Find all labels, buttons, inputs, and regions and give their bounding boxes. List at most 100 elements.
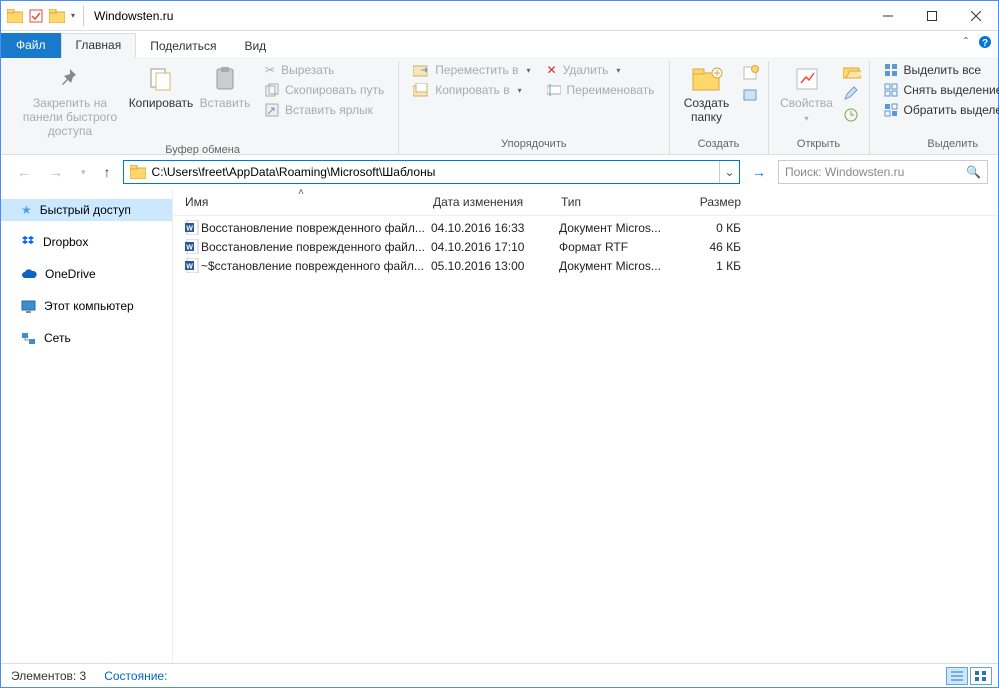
moveto-button[interactable]: Переместить в▾	[407, 61, 536, 79]
star-icon: ★	[21, 203, 32, 217]
copy-button[interactable]: Копировать	[127, 61, 195, 115]
minimize-button[interactable]	[866, 1, 910, 31]
selectinv-icon	[884, 103, 898, 117]
maximize-button[interactable]	[910, 1, 954, 31]
moveto-icon	[413, 63, 429, 77]
svg-text:W: W	[186, 226, 193, 233]
open-icon[interactable]	[843, 65, 861, 79]
svg-text:?: ?	[982, 38, 988, 49]
file-row[interactable]: W Восстановление поврежденного файл...04.…	[173, 237, 998, 256]
sort-arrow-icon: ˄	[298, 187, 304, 198]
address-dropdown-icon[interactable]: ⌄	[719, 161, 739, 183]
view-details-button[interactable]	[946, 667, 968, 685]
copypath-icon	[265, 83, 279, 97]
paste-icon	[211, 65, 239, 93]
history-icon[interactable]	[843, 107, 861, 123]
scissors-icon: ✂	[265, 63, 275, 77]
rename-icon	[547, 84, 561, 96]
file-row[interactable]: W~$сстановление поврежденного файл...05.…	[173, 256, 998, 275]
close-button[interactable]	[954, 1, 998, 31]
selectinv-button[interactable]: Обратить выделение	[878, 101, 999, 119]
column-headers[interactable]: ˄ Имя Дата изменения Тип Размер	[173, 189, 998, 216]
content: ★Быстрый доступ Dropbox OneDrive Этот ко…	[1, 189, 998, 663]
nav-thispc[interactable]: Этот компьютер	[1, 295, 172, 317]
delete-button[interactable]: ✕Удалить▾	[541, 61, 661, 79]
address-box[interactable]: ⌄	[123, 160, 740, 184]
nav-dropbox[interactable]: Dropbox	[1, 231, 172, 253]
file-type: Формат RTF	[559, 240, 679, 254]
nav-network[interactable]: Сеть	[1, 327, 172, 349]
search-box[interactable]: Поиск: Windowsten.ru 🔍	[778, 160, 988, 184]
search-icon: 🔍	[966, 165, 981, 179]
forward-button[interactable]: →	[43, 164, 69, 180]
tab-file[interactable]: Файл	[1, 33, 61, 58]
recent-dropdown[interactable]: ▾	[75, 167, 92, 178]
file-date: 05.10.2016 13:00	[431, 259, 559, 273]
qa-properties-icon[interactable]	[29, 9, 43, 23]
delete-icon: ✕	[547, 63, 557, 77]
dropbox-icon	[21, 236, 35, 248]
up-button[interactable]: ↑	[98, 164, 117, 180]
back-button[interactable]: ←	[11, 164, 37, 180]
selectall-icon	[884, 63, 898, 77]
easyaccess-icon[interactable]	[742, 87, 760, 103]
pastelink-button[interactable]: Вставить ярлык	[259, 101, 390, 119]
edit-icon[interactable]	[843, 85, 861, 101]
file-row[interactable]: W Восстановление поврежденного файл...04.…	[173, 218, 998, 237]
ribbon: Закрепить на панели быстрого доступа Коп…	[1, 57, 998, 155]
qa-dropdown-icon[interactable]: ▾	[71, 11, 75, 20]
copyto-button[interactable]: Копировать в▾	[407, 81, 536, 99]
col-type[interactable]: Тип	[559, 195, 679, 209]
tab-share[interactable]: Поделиться	[136, 35, 230, 58]
file-size: 1 КБ	[679, 259, 749, 273]
col-size[interactable]: Размер	[679, 195, 749, 209]
tab-view[interactable]: Вид	[230, 35, 280, 58]
group-open-label: Открыть	[777, 136, 861, 152]
col-date[interactable]: Дата изменения	[431, 195, 559, 209]
file-date: 04.10.2016 16:33	[431, 221, 559, 235]
properties-icon	[793, 65, 821, 93]
rename-button[interactable]: Переименовать	[541, 81, 661, 99]
selectnone-icon	[884, 83, 898, 97]
nav-quick[interactable]: ★Быстрый доступ	[1, 199, 172, 221]
tab-main[interactable]: Главная	[61, 33, 137, 58]
col-name[interactable]: Имя	[183, 195, 431, 209]
collapse-ribbon-icon[interactable]: ˆ	[964, 35, 968, 49]
word-icon: W	[183, 258, 201, 273]
help-icon[interactable]: ?	[978, 35, 992, 49]
monitor-icon	[21, 300, 36, 313]
pin-button[interactable]: Закрепить на панели быстрого доступа	[15, 61, 125, 142]
group-select-label: Выделить	[878, 136, 999, 152]
newitem-icon[interactable]	[742, 65, 760, 81]
svg-text:W: W	[186, 245, 193, 252]
folder-icon	[124, 165, 152, 179]
nav-pane: ★Быстрый доступ Dropbox OneDrive Этот ко…	[1, 189, 173, 663]
address-input[interactable]	[152, 161, 719, 183]
selectall-button[interactable]: Выделить все	[878, 61, 999, 79]
network-icon	[21, 332, 36, 345]
nav-onedrive[interactable]: OneDrive	[1, 263, 172, 285]
file-list: ˄ Имя Дата изменения Тип Размер WВосстан…	[173, 189, 998, 663]
ribbon-tabs: Файл Главная Поделиться Вид ˆ ?	[1, 31, 998, 57]
file-name: Восстановление поврежденного файл...	[201, 221, 431, 235]
folder-icon	[49, 9, 65, 23]
group-create-label: Создать	[678, 136, 760, 152]
file-date: 04.10.2016 17:10	[431, 240, 559, 254]
copypath-button[interactable]: Скопировать путь	[259, 81, 390, 99]
cut-button[interactable]: ✂Вырезать	[259, 61, 390, 79]
paste-button[interactable]: Вставить	[197, 61, 253, 115]
word-icon: W	[183, 220, 201, 235]
newfolder-button[interactable]: Создать папку	[678, 61, 736, 129]
search-placeholder: Поиск: Windowsten.ru	[785, 165, 904, 179]
go-button[interactable]: →	[746, 164, 772, 180]
selectnone-button[interactable]: Снять выделение	[878, 81, 999, 99]
word-icon: W	[183, 239, 201, 254]
folder-icon	[7, 9, 23, 23]
cloud-icon	[21, 269, 37, 280]
view-icons-button[interactable]	[970, 667, 992, 685]
props-button[interactable]: Свойства ▾	[777, 61, 837, 129]
file-name: Восстановление поврежденного файл...	[201, 240, 431, 254]
file-type: Документ Micros...	[559, 259, 679, 273]
status-items: Элементов: 3	[11, 669, 86, 683]
file-size: 46 КБ	[679, 240, 749, 254]
